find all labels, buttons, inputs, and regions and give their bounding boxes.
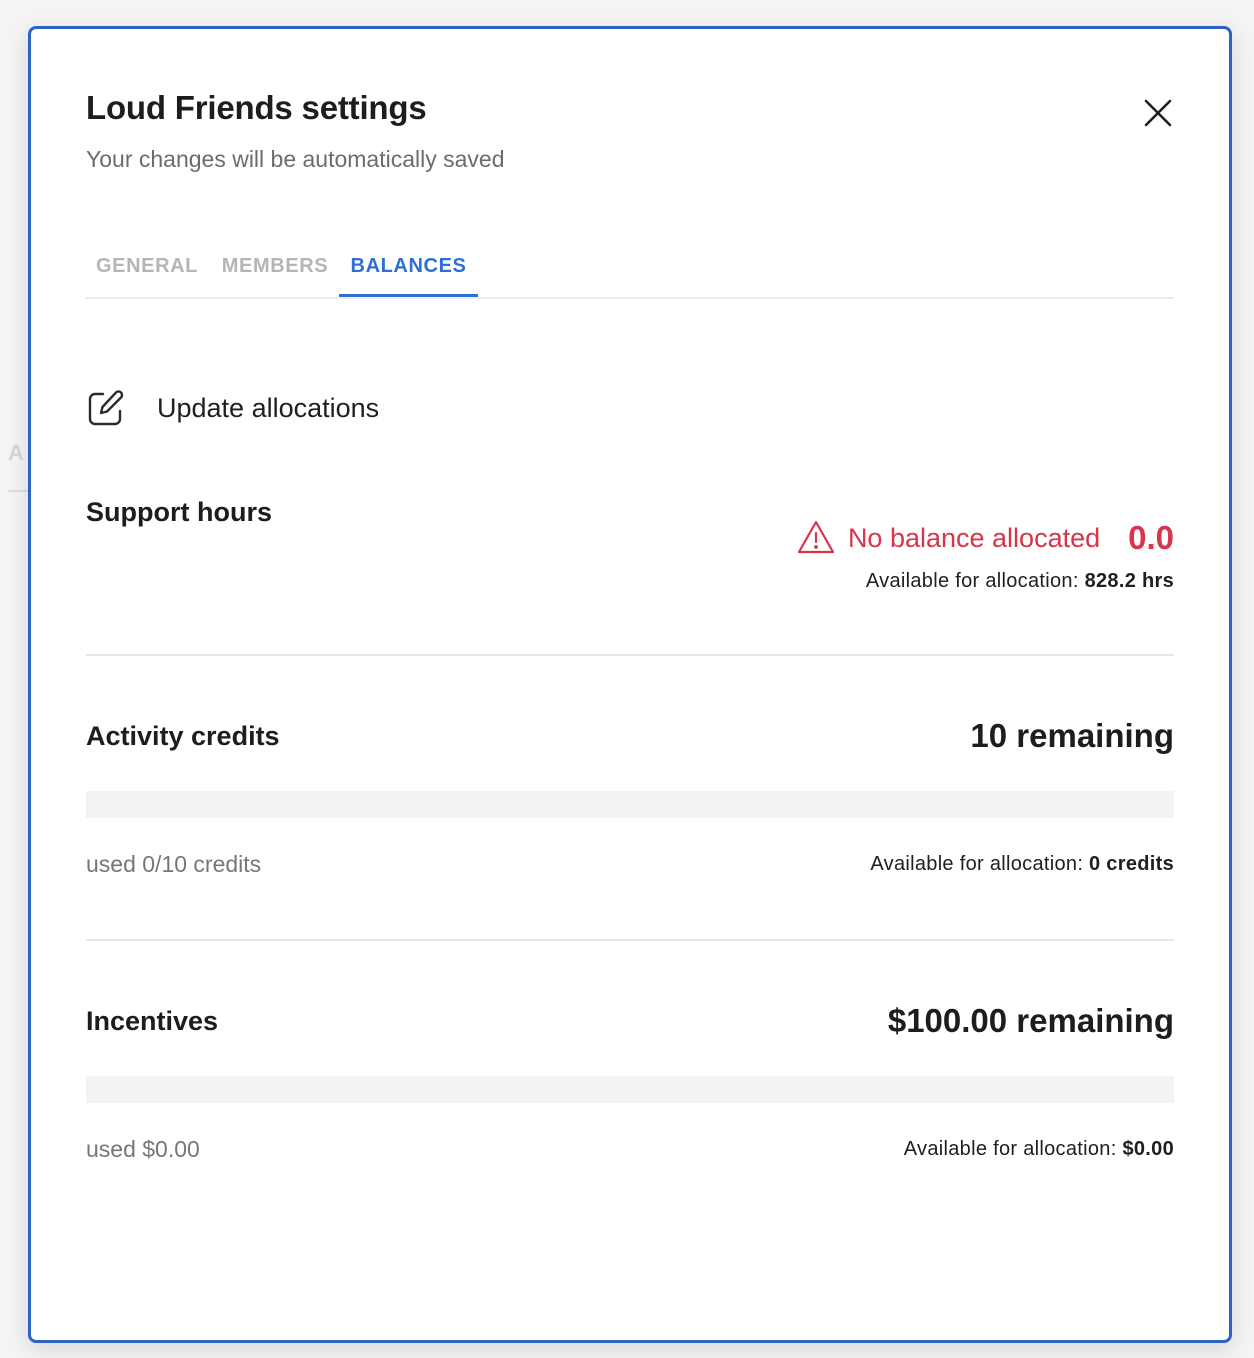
update-allocations-button[interactable]: Update allocations — [86, 383, 379, 433]
support-hours-warning: No balance allocated 0.0 — [796, 515, 1174, 561]
dialog-content: Loud Friends settings Your changes will … — [86, 29, 1174, 1340]
incentives-progress-bar — [86, 1076, 1174, 1103]
available-value: 828.2 hrs — [1084, 570, 1174, 592]
incentives-used: used $0.00 — [86, 1136, 200, 1162]
support-hours-title: Support hours — [86, 497, 272, 527]
warning-icon — [797, 520, 835, 554]
dialog-title: Loud Friends settings — [86, 89, 427, 126]
background-tab-underline — [8, 490, 30, 492]
support-hours-value: 0.0 — [1128, 519, 1174, 556]
background-tab-label: A — [8, 440, 24, 465]
divider — [86, 654, 1174, 656]
activity-credits-progress-bar — [86, 791, 1174, 818]
edit-icon — [86, 384, 134, 432]
available-label: Available for allocation: — [865, 570, 1079, 592]
incentives-remaining: $100.00 remaining — [887, 1002, 1174, 1039]
update-allocations-label: Update allocations — [157, 392, 380, 423]
divider — [86, 939, 1174, 941]
tab-general[interactable]: GENERAL — [86, 249, 208, 295]
available-label: Available for allocation: — [903, 1138, 1117, 1160]
tab-balances[interactable]: BALANCES — [339, 249, 478, 297]
activity-credits-used: used 0/10 credits — [86, 851, 262, 877]
activity-credits-title: Activity credits — [86, 721, 280, 751]
incentives-title: Incentives — [86, 1006, 219, 1036]
activity-credits-available: Available for allocation: 0 credits — [870, 853, 1174, 876]
tab-members[interactable]: MEMBERS — [212, 249, 338, 295]
available-value: 0 credits — [1089, 853, 1174, 875]
no-balance-text: No balance allocated — [847, 522, 1101, 553]
tab-bar: GENERAL MEMBERS BALANCES — [86, 249, 1174, 299]
available-value: $0.00 — [1122, 1138, 1174, 1160]
close-icon — [1144, 99, 1172, 127]
activity-credits-remaining: 10 remaining — [970, 717, 1174, 754]
dialog-subtitle: Your changes will be automatically saved — [86, 146, 505, 172]
close-button[interactable] — [1142, 97, 1174, 129]
incentives-available: Available for allocation: $0.00 — [904, 1138, 1174, 1161]
settings-dialog: Loud Friends settings Your changes will … — [28, 26, 1232, 1343]
available-label: Available for allocation: — [870, 853, 1084, 875]
support-hours-available: Available for allocation: 828.2 hrs — [866, 570, 1174, 593]
